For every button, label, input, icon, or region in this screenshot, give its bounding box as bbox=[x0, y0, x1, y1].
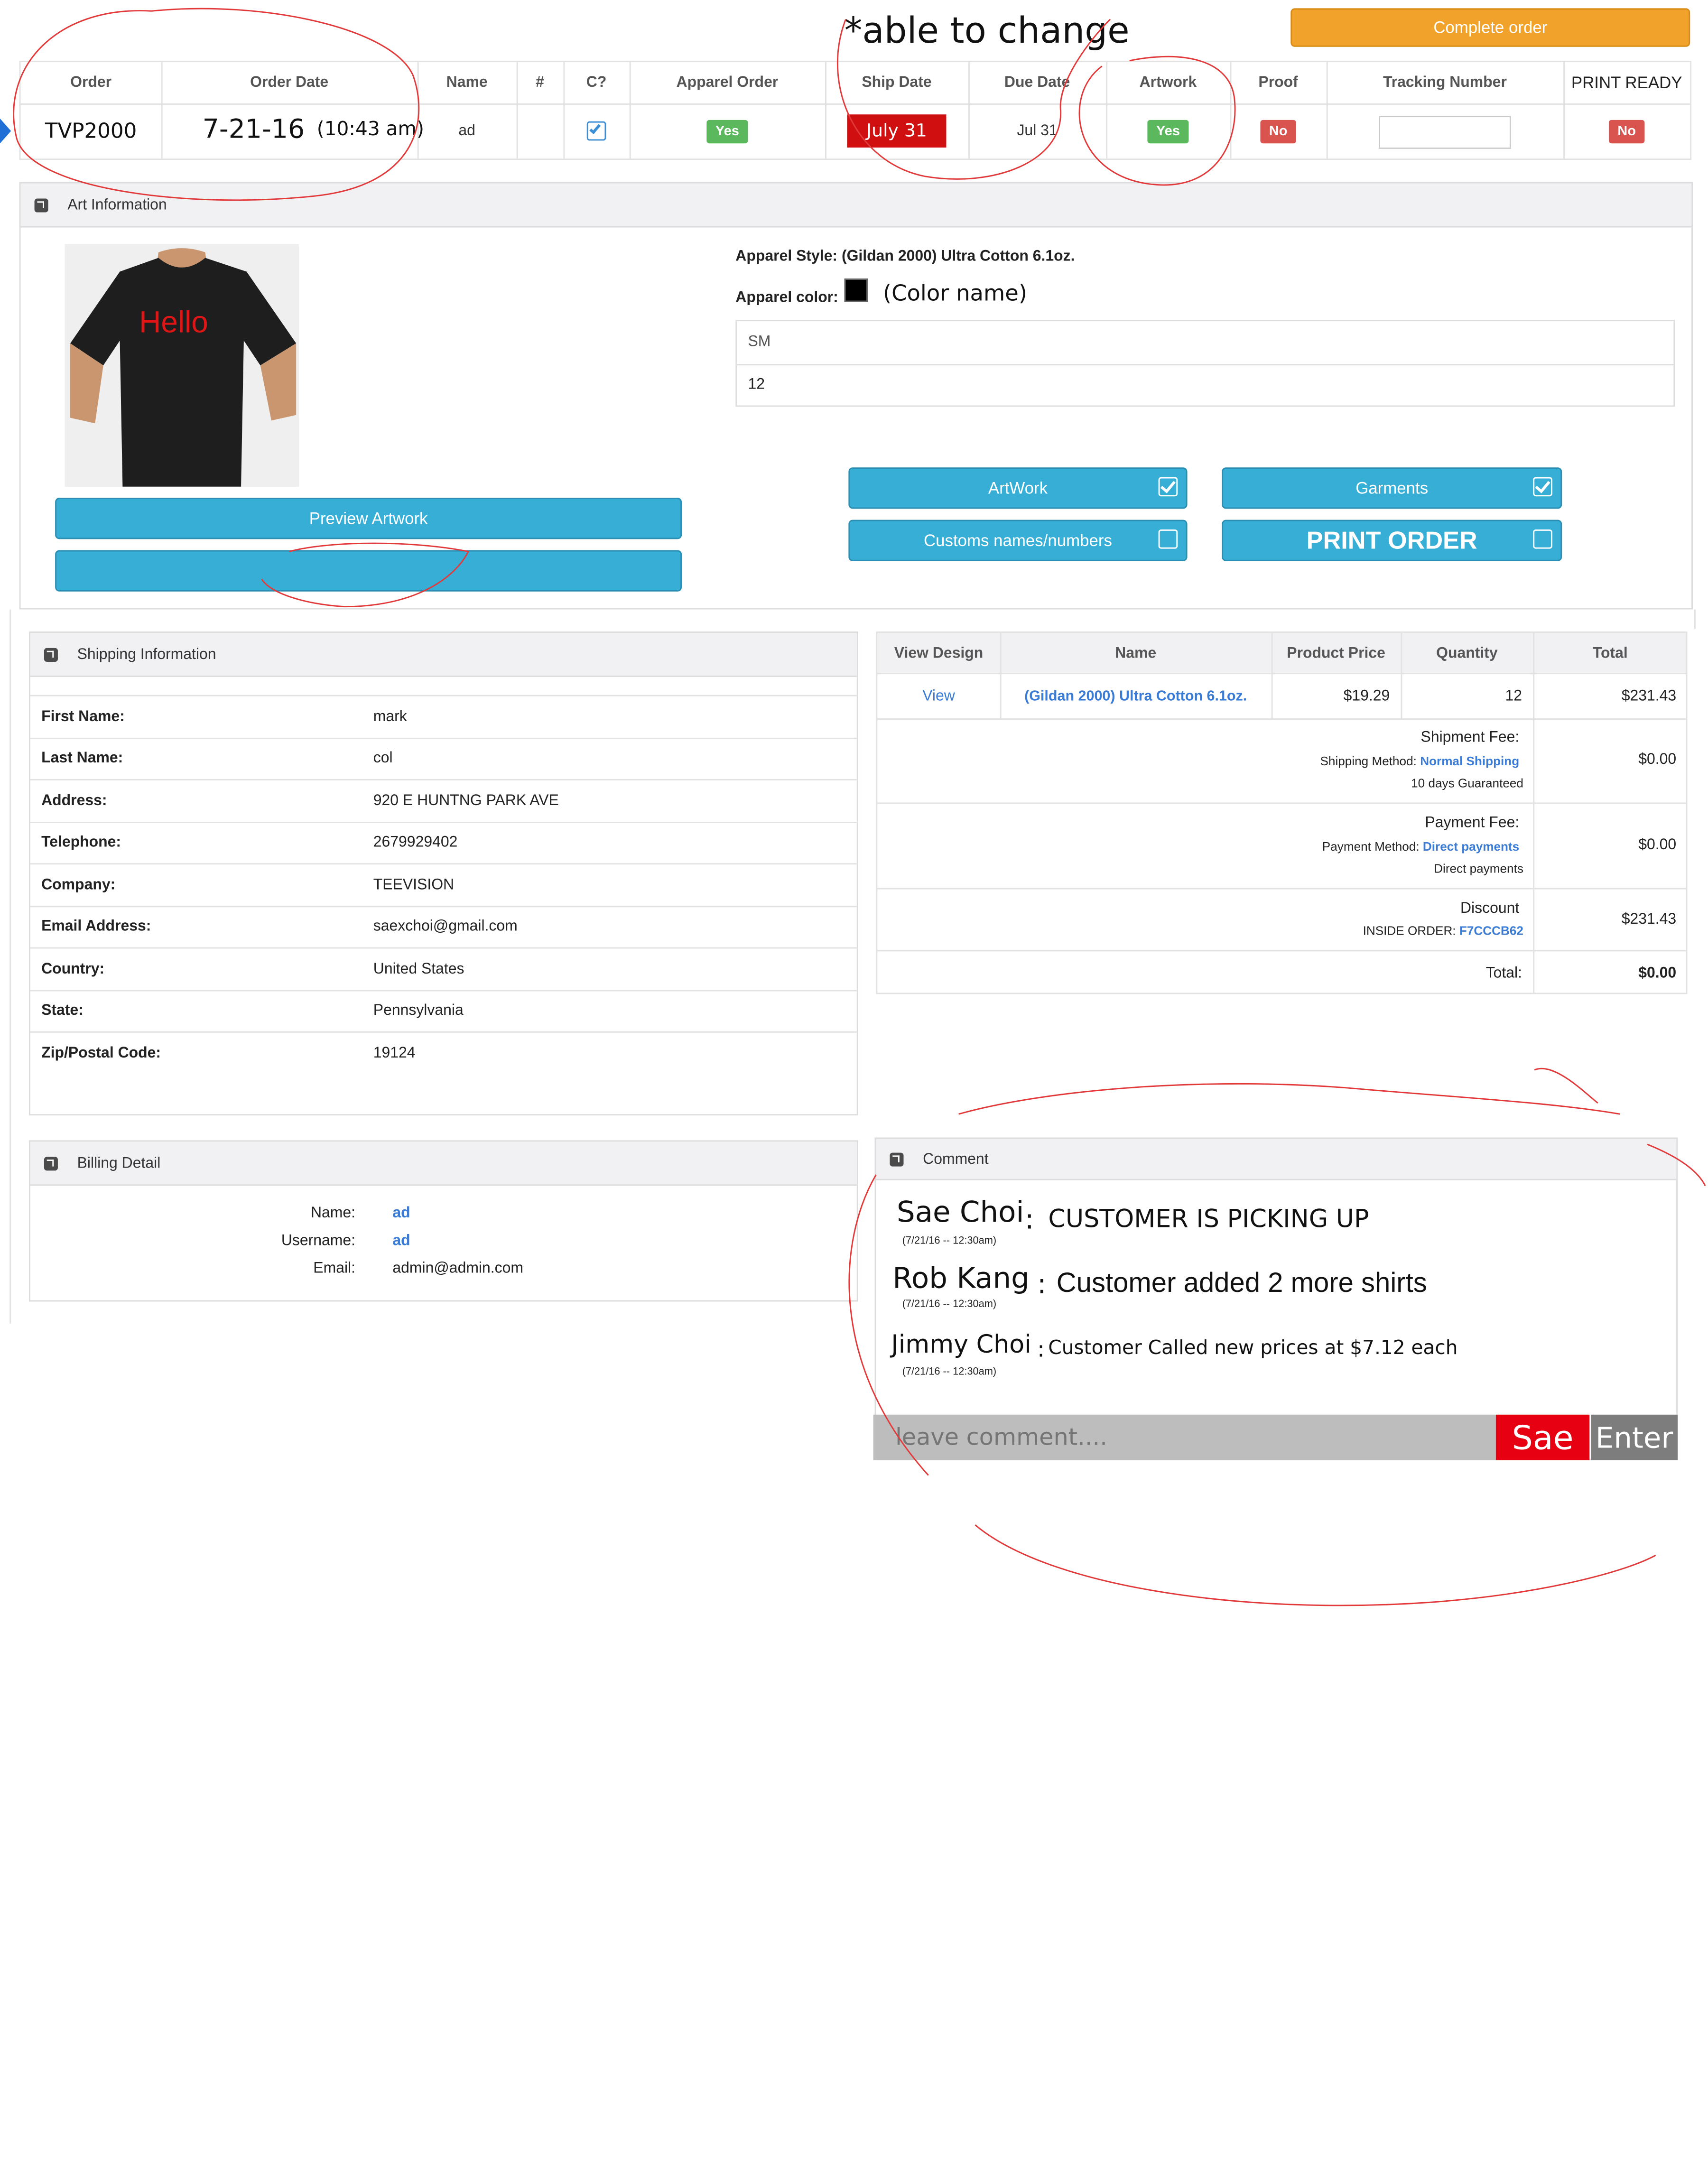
annotation-arc-comment-hook bbox=[1534, 1067, 1598, 1104]
annotation-overlay bbox=[13, 8, 1706, 1606]
annotation-arc-comment-top bbox=[958, 1083, 1620, 1115]
annotation-circle-order bbox=[13, 8, 420, 201]
annotation-underline-button bbox=[261, 542, 470, 608]
annotation-arc-comment-left bbox=[848, 1174, 929, 1476]
annotation-arc-comment-bottom bbox=[975, 1524, 1656, 1606]
annotation-circle-artwork bbox=[1078, 56, 1236, 186]
annotation-circle-ship bbox=[836, 19, 1111, 180]
annotation-arc-comment-right bbox=[1647, 1143, 1706, 1186]
